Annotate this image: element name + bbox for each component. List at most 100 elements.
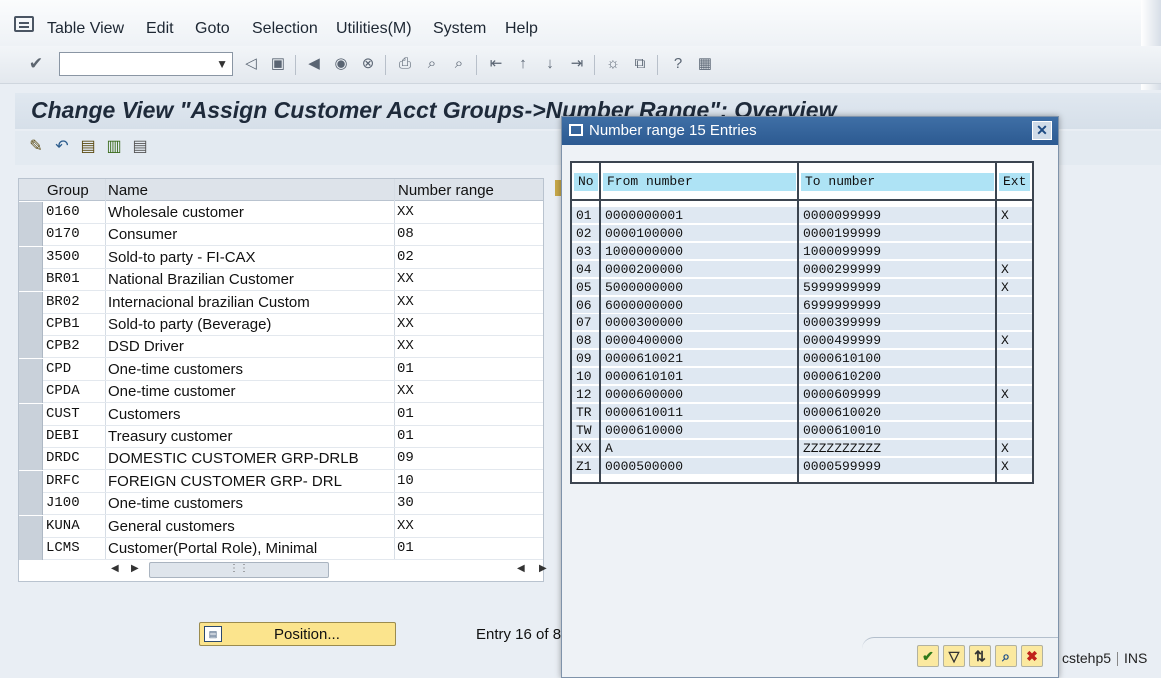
number-range-row[interactable]: 03 1000000000 1000099999 <box>572 242 1032 261</box>
next-page-icon[interactable]: ↓ <box>540 54 560 74</box>
table-row[interactable]: BR01 National Brazilian Customer XX <box>19 269 543 292</box>
print-icon[interactable]: ⎙ <box>395 54 415 74</box>
column-header-name[interactable]: Name <box>108 182 148 199</box>
confirm-icon[interactable]: ✔ <box>917 645 939 667</box>
cell-name[interactable]: One-time customers <box>108 361 243 378</box>
display-change-icon[interactable]: ✎ <box>26 137 46 157</box>
menu-edit[interactable]: Edit <box>146 20 174 38</box>
cell-name[interactable]: Wholesale customer <box>108 204 244 221</box>
table-row[interactable]: BR02 Internacional brazilian Custom XX <box>19 291 543 314</box>
row-selector[interactable] <box>19 224 43 247</box>
scroll-left-icon[interactable]: ◀ <box>111 563 119 574</box>
table-row[interactable]: J100 One-time customers 30 <box>19 493 543 516</box>
app-menu-icon[interactable] <box>14 16 34 32</box>
menu-system[interactable]: System <box>433 20 486 38</box>
cell-no[interactable]: 03 <box>572 242 599 260</box>
table-row[interactable]: CPD One-time customers 01 <box>19 358 543 381</box>
column-header-from-number[interactable]: From number <box>603 173 796 191</box>
cell-number-range[interactable]: 10 <box>397 473 414 489</box>
cell-name[interactable]: National Brazilian Customer <box>108 271 294 288</box>
cell-no[interactable]: 06 <box>572 296 599 314</box>
number-range-row[interactable]: TW 0000610000 0000610010 <box>572 421 1032 440</box>
row-selector[interactable] <box>19 269 43 292</box>
number-range-row[interactable]: 07 0000300000 0000399999 <box>572 314 1032 332</box>
column-header-number-range[interactable]: Number range <box>398 182 494 199</box>
row-selector[interactable] <box>19 403 43 426</box>
table-row[interactable]: CUST Customers 01 <box>19 403 543 426</box>
row-selector[interactable] <box>19 314 43 336</box>
cell-no[interactable]: 07 <box>572 314 599 332</box>
cell-number-range[interactable]: 01 <box>397 540 414 556</box>
find-icon[interactable]: ⌕ <box>422 54 442 74</box>
cell-name[interactable]: DSD Driver <box>108 338 184 355</box>
cell-no[interactable]: TR <box>572 403 599 421</box>
row-selector[interactable] <box>19 202 43 224</box>
filter-icon[interactable]: ▽ <box>943 645 965 667</box>
column-header-no[interactable]: No <box>574 173 598 191</box>
menu-help[interactable]: Help <box>505 20 538 38</box>
find-icon[interactable]: ⌕ <box>995 645 1017 667</box>
cell-number-range[interactable]: 01 <box>397 361 414 377</box>
table-row[interactable]: 0170 Consumer 08 <box>19 224 543 247</box>
cell-number-range[interactable]: XX <box>397 294 414 310</box>
cell-no[interactable]: TW <box>572 421 599 439</box>
cell-group[interactable]: 3500 <box>46 249 80 265</box>
scroll-right-icon[interactable]: ▶ <box>539 563 547 574</box>
sort-icon[interactable]: ⇅ <box>969 645 991 667</box>
cell-group[interactable]: CPD <box>46 361 71 377</box>
cell-name[interactable]: Consumer <box>108 226 177 243</box>
cell-number-range[interactable]: 30 <box>397 495 414 511</box>
cell-no[interactable]: 08 <box>572 332 599 350</box>
cell-number-range[interactable]: XX <box>397 518 414 534</box>
cell-group[interactable]: BR02 <box>46 294 80 310</box>
number-range-row[interactable]: 08 0000400000 0000499999 X <box>572 332 1032 350</box>
row-selector[interactable] <box>19 515 43 538</box>
scroll-left-icon[interactable]: ◀ <box>517 563 525 574</box>
cell-group[interactable]: CPB1 <box>46 316 80 332</box>
cell-group[interactable]: 0160 <box>46 204 80 220</box>
cell-no[interactable]: Z1 <box>572 457 599 475</box>
command-field[interactable]: ▼ <box>59 52 233 76</box>
row-selector[interactable] <box>19 381 43 404</box>
cell-number-range[interactable]: 01 <box>397 428 414 444</box>
cell-no[interactable]: 01 <box>572 207 599 224</box>
position-button[interactable]: ▤ Position... <box>199 622 396 646</box>
cell-no[interactable]: 02 <box>572 224 599 242</box>
help-icon[interactable]: ? <box>668 54 688 74</box>
cell-name[interactable]: Customer(Portal Role), Minimal <box>108 540 317 557</box>
insert-mode[interactable]: INS <box>1124 650 1147 666</box>
table-row[interactable]: 0160 Wholesale customer XX <box>19 202 543 224</box>
number-range-row[interactable]: 06 6000000000 6999999999 <box>572 296 1032 315</box>
menu-utilities[interactable]: Utilities(M) <box>336 20 412 38</box>
menu-goto[interactable]: Goto <box>195 20 230 38</box>
table-row[interactable]: DRFC FOREIGN CUSTOMER GRP- DRL 10 <box>19 470 543 493</box>
table-row[interactable]: 3500 Sold-to party - FI-CAX 02 <box>19 246 543 269</box>
cell-group[interactable]: DEBI <box>46 428 80 444</box>
undo-icon[interactable]: ↶ <box>52 137 72 157</box>
row-selector[interactable] <box>19 426 43 448</box>
row-selector[interactable] <box>19 291 43 314</box>
number-range-row[interactable]: 02 0000100000 0000199999 <box>572 224 1032 243</box>
row-selector[interactable] <box>19 538 43 560</box>
cell-number-range[interactable]: 09 <box>397 450 414 466</box>
menu-selection[interactable]: Selection <box>252 20 318 38</box>
find-next-icon[interactable]: ⌕ <box>449 54 469 74</box>
cell-no[interactable]: 12 <box>572 386 599 403</box>
number-range-row[interactable]: TR 0000610011 0000610020 <box>572 403 1032 422</box>
shortcut-icon[interactable]: ⧉ <box>630 54 650 74</box>
number-range-row[interactable]: 05 5000000000 5999999999 X <box>572 278 1032 297</box>
cancel-icon[interactable]: ⊗ <box>358 54 378 74</box>
menu-table-view[interactable]: Table View <box>47 20 124 38</box>
cell-name[interactable]: FOREIGN CUSTOMER GRP- DRL <box>108 473 342 490</box>
first-page-icon[interactable]: ⇤ <box>486 54 506 74</box>
cell-no[interactable]: XX <box>572 439 599 457</box>
back-arrow-icon[interactable]: ◁ <box>241 54 261 74</box>
cell-number-range[interactable]: 01 <box>397 406 414 422</box>
save-icon[interactable]: ▣ <box>268 54 288 74</box>
cell-number-range[interactable]: XX <box>397 204 414 220</box>
cell-name[interactable]: Sold-to party (Beverage) <box>108 316 271 333</box>
deselect-all-icon[interactable]: ▤ <box>130 137 150 157</box>
number-range-row[interactable]: 10 0000610101 0000610200 <box>572 368 1032 386</box>
cell-no[interactable]: 05 <box>572 278 599 296</box>
select-all-icon[interactable]: ▤ <box>78 137 98 157</box>
